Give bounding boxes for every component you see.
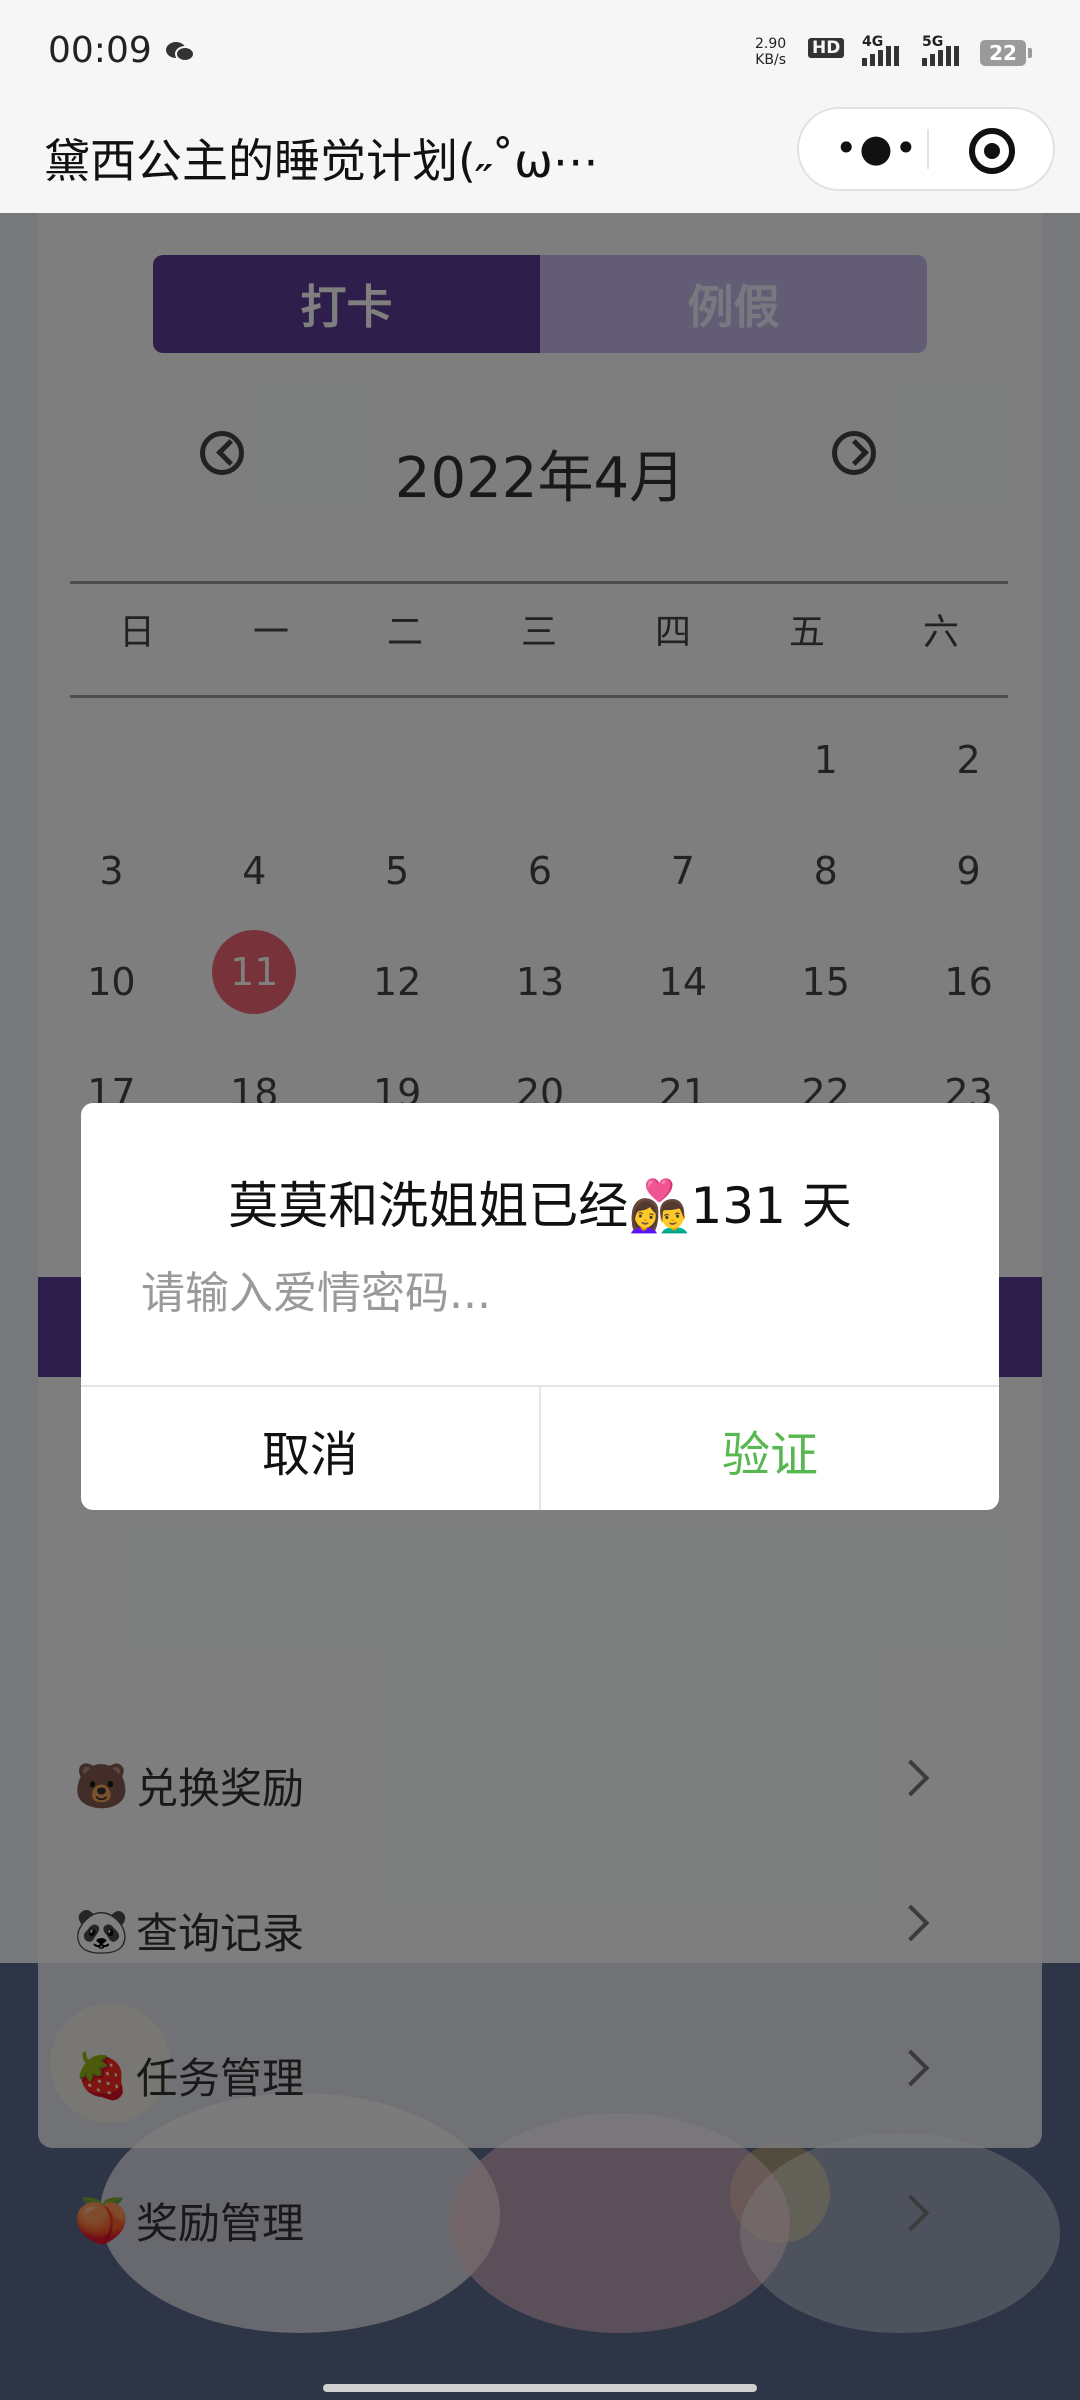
more-icon[interactable]: •●• [835,129,919,167]
dialog-buttons: 取消 验证 [81,1385,999,1510]
status-bar: 00:09 2.90 KB/s HD 4G 5G 22 [0,0,1080,105]
capsule-menu: •●• [797,107,1055,191]
battery-icon: 22 [980,40,1032,66]
capsule-divider [927,129,929,169]
page-title: 黛西公主的睡觉计划(˶˚ω⋯ [44,134,599,188]
dialog-title: 莫莫和洗姐姐已经👩‍❤️‍👨131 天 [228,1177,852,1235]
status-time: 00:09 [48,30,152,71]
wechat-icon [166,42,195,62]
verify-button[interactable]: 验证 [541,1387,999,1510]
password-dialog: 莫莫和洗姐姐已经👩‍❤️‍👨131 天 取消 验证 [81,1103,999,1510]
hd-voice-icon: HD [808,38,845,58]
network-speed: 2.90 KB/s [755,36,787,68]
home-indicator[interactable] [323,2384,757,2392]
cancel-button[interactable]: 取消 [81,1387,541,1510]
signal-4g-icon: 4G [862,34,899,66]
close-miniprogram-icon[interactable] [969,128,1015,174]
love-password-input[interactable] [141,1253,941,1333]
title-bar: 黛西公主的睡觉计划(˶˚ω⋯ •●• [0,105,1080,213]
signal-5g-icon: 5G [922,34,959,66]
